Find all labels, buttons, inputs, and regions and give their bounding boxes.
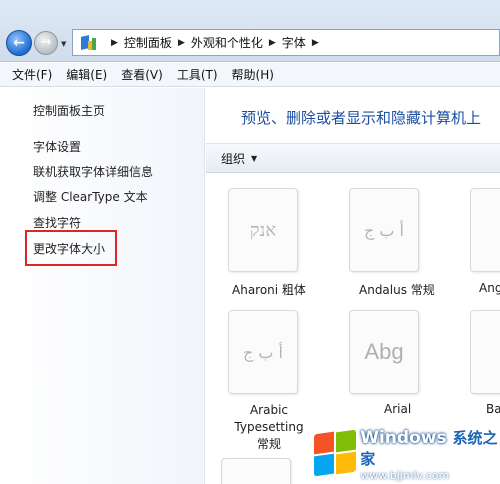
watermark-url: www.bjjmlv.com: [360, 468, 450, 482]
menu-file[interactable]: 文件(F): [12, 66, 52, 83]
chevron-down-icon[interactable]: ▼: [251, 154, 257, 163]
font-preview-text: أ ب ج: [363, 220, 404, 240]
breadcrumb-separator-icon[interactable]: ▶: [312, 38, 319, 48]
forward-arrow-icon[interactable]: →: [34, 31, 58, 55]
organize-button[interactable]: 组织: [221, 150, 245, 167]
task-pane: 控制面板主页 字体设置 联机获取字体详细信息 调整 ClearType 文本 查…: [0, 88, 205, 484]
font-name: Arial: [384, 402, 412, 416]
highlight-annotation: [25, 230, 117, 266]
breadcrumb-control-panel[interactable]: 控制面板: [124, 34, 172, 51]
font-name: Aharoni 粗体: [232, 283, 306, 297]
breadcrumb-separator-icon[interactable]: ▶: [111, 38, 118, 48]
font-preview-thumbnail: [470, 310, 500, 394]
link-find-character[interactable]: 查找字符: [33, 214, 81, 231]
font-name: Andalus 常规: [359, 283, 435, 297]
font-preview-thumbnail: [221, 458, 291, 484]
font-preview-text: Abg: [364, 339, 404, 364]
font-preview-thumbnail: אנק: [228, 188, 298, 272]
font-preview-thumbnail: أ ب ج: [228, 310, 298, 394]
back-arrow-icon[interactable]: ←: [6, 30, 32, 56]
menu-help[interactable]: 帮助(H): [232, 66, 274, 83]
link-online-font-info[interactable]: 联机获取字体详细信息: [33, 163, 153, 180]
menu-bar: 文件(F) 编辑(E) 查看(V) 工具(T) 帮助(H): [0, 63, 500, 87]
font-preview-thumbnail: [470, 188, 500, 272]
font-preview-thumbnail: أ ب ج: [349, 188, 419, 272]
address-field[interactable]: ▶ 控制面板 ▶ 外观和个性化 ▶ 字体 ▶: [72, 29, 500, 56]
font-name-text: Arabic Typesetting 常规: [234, 403, 304, 451]
watermark-brand: Windows: [360, 427, 447, 448]
link-font-settings[interactable]: 字体设置: [33, 138, 81, 155]
breadcrumb-fonts[interactable]: 字体: [282, 34, 306, 51]
breadcrumb-separator-icon[interactable]: ▶: [269, 38, 276, 48]
address-bar-region: ← → ▼ ▶ 控制面板 ▶ 外观和个性化 ▶ 字体 ▶: [0, 0, 500, 62]
windows-logo-icon: [312, 429, 356, 477]
watermark: Windows 系统之家 www.bjjmlv.com: [302, 424, 500, 484]
breadcrumb-appearance[interactable]: 外观和个性化: [191, 34, 263, 51]
link-control-panel-home[interactable]: 控制面板主页: [33, 102, 105, 119]
command-bar: 组织 ▼: [206, 143, 500, 173]
font-name: Ang: [479, 281, 500, 295]
page-title: 预览、删除或者显示和隐藏计算机上: [241, 109, 482, 127]
menu-tools[interactable]: 工具(T): [177, 66, 218, 83]
font-name: Ba: [486, 402, 500, 416]
font-preview-thumbnail: Abg: [349, 310, 419, 394]
font-preview-text: أ ب ج: [242, 342, 283, 362]
control-panel-icon: [79, 34, 97, 51]
font-preview-text: אנק: [249, 219, 277, 241]
watermark-title: Windows 系统之家: [360, 427, 500, 469]
recent-pages-dropdown-icon[interactable]: ▼: [61, 40, 66, 48]
link-adjust-cleartype[interactable]: 调整 ClearType 文本: [33, 188, 148, 205]
breadcrumb-separator-icon[interactable]: ▶: [178, 38, 185, 48]
menu-edit[interactable]: 编辑(E): [66, 66, 107, 83]
menu-view[interactable]: 查看(V): [121, 66, 163, 83]
